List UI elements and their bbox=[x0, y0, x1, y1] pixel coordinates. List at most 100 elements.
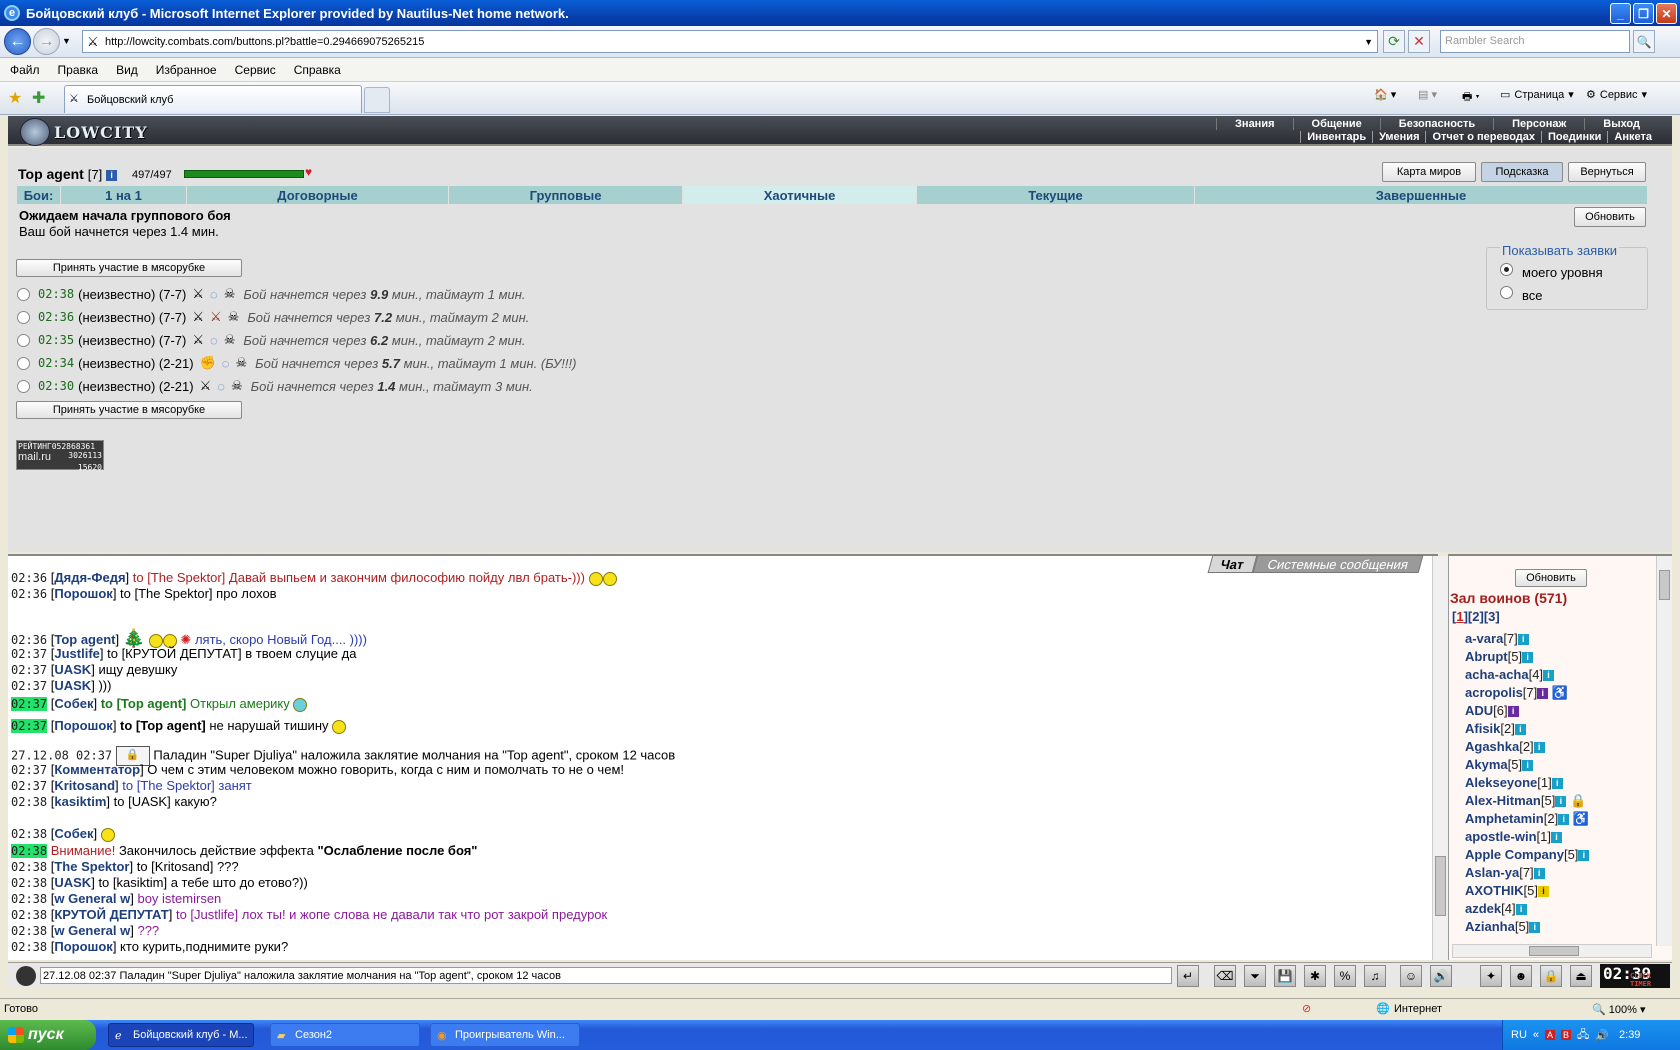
stop-icon[interactable]: ✕ bbox=[1408, 30, 1430, 53]
task-ie[interactable]: ℯ Бойцовский клуб - М... bbox=[108, 1023, 254, 1047]
tray-app-icon[interactable]: A bbox=[1545, 1030, 1556, 1040]
task-media-player[interactable]: ◉ Проигрыватель Win... bbox=[430, 1023, 580, 1047]
user-name[interactable]: Aslan-ya bbox=[1465, 865, 1519, 880]
filter-icon[interactable]: ⏷ bbox=[1244, 965, 1266, 987]
info-icon[interactable]: i bbox=[1507, 706, 1519, 718]
search-icon[interactable]: 🔍 bbox=[1633, 30, 1655, 53]
user-name[interactable]: Agashka bbox=[1465, 739, 1519, 754]
nav-knowledge[interactable]: Знания bbox=[1216, 118, 1292, 130]
user-name[interactable]: Azianha bbox=[1465, 919, 1515, 934]
menu-view[interactable]: Вид bbox=[116, 63, 138, 77]
online-user[interactable]: apostle-win[1] i bbox=[1465, 829, 1562, 844]
online-user[interactable]: Azianha[5] i bbox=[1465, 919, 1541, 934]
return-button[interactable]: Вернуться bbox=[1568, 162, 1646, 182]
menu-favorites[interactable]: Избранное bbox=[156, 63, 217, 77]
home-icon[interactable]: 🏠 ▾ bbox=[1374, 88, 1396, 101]
info-icon[interactable]: i bbox=[1551, 778, 1563, 790]
user-name[interactable]: Amphetamin bbox=[1465, 811, 1544, 826]
refresh-icon[interactable]: ⟳ bbox=[1383, 30, 1405, 53]
percent-icon[interactable]: % bbox=[1334, 965, 1356, 987]
new-tab-button[interactable] bbox=[364, 87, 390, 113]
info-icon[interactable]: i bbox=[1517, 634, 1529, 646]
user-name[interactable]: Akyma bbox=[1465, 757, 1508, 772]
music-icon[interactable]: ♫ bbox=[1364, 965, 1386, 987]
nav-fights[interactable]: Поединки bbox=[1541, 131, 1607, 143]
rating-counter[interactable]: РЕЙТИНГ052868361 mail.ru 3026113 15620 bbox=[16, 440, 104, 472]
tab-chat[interactable]: Чат bbox=[1207, 555, 1258, 573]
chat-author[interactable]: Порошок bbox=[54, 718, 112, 733]
online-scrollbar[interactable] bbox=[1656, 556, 1672, 946]
tray-app-icon[interactable]: B bbox=[1561, 1030, 1572, 1040]
chat-scrollbar[interactable] bbox=[1432, 556, 1448, 960]
online-hscrollbar[interactable] bbox=[1452, 944, 1652, 958]
history-dropdown-icon[interactable]: ▼ bbox=[62, 36, 71, 46]
user-name[interactable]: a-vara bbox=[1465, 631, 1503, 646]
user-name[interactable]: azdek bbox=[1465, 901, 1501, 916]
chat-mode-icon[interactable] bbox=[16, 966, 36, 986]
battle-select-radio[interactable] bbox=[17, 287, 30, 301]
refresh-battles-button[interactable]: Обновить bbox=[1574, 207, 1646, 227]
online-user[interactable]: Afisik[2] i bbox=[1465, 721, 1526, 736]
nav-exit[interactable]: Выход bbox=[1584, 118, 1658, 130]
tab-finished[interactable]: Завершенные bbox=[1195, 186, 1647, 204]
nav-skills[interactable]: Умения bbox=[1372, 131, 1425, 143]
back-button[interactable]: ← bbox=[4, 28, 31, 55]
user-name[interactable]: AXOTHIK bbox=[1465, 883, 1524, 898]
info-icon[interactable]: i bbox=[1537, 886, 1549, 898]
online-user[interactable]: azdek[4] i bbox=[1465, 901, 1527, 916]
info-icon[interactable]: i bbox=[1578, 850, 1590, 862]
smile-icon[interactable]: ☺ bbox=[1400, 965, 1422, 987]
nav-character[interactable]: Персонаж bbox=[1493, 118, 1584, 130]
info-icon[interactable]: i bbox=[1533, 868, 1545, 880]
minimize-button[interactable]: _ bbox=[1610, 3, 1631, 24]
chat-recipient[interactable]: to [Justlife] bbox=[176, 907, 238, 922]
zoom-control[interactable]: 🔍 100% ▾ bbox=[1592, 1003, 1645, 1016]
bag-icon[interactable]: ✦ bbox=[1480, 965, 1502, 987]
tools-menu-button[interactable]: ⚙ Сервис ▾ bbox=[1586, 88, 1647, 102]
nav-transfers[interactable]: Отчет о переводах bbox=[1425, 131, 1541, 143]
tab-contract[interactable]: Договорные bbox=[187, 186, 449, 204]
tray-arrow-icon[interactable]: « bbox=[1533, 1029, 1539, 1041]
chat-recipient[interactable]: to [The Spektor] bbox=[133, 570, 226, 585]
nav-inventory[interactable]: Инвентарь bbox=[1300, 131, 1372, 143]
user-name[interactable]: acropolis bbox=[1465, 685, 1523, 700]
chat-author[interactable]: Порошок bbox=[54, 939, 112, 954]
info-icon[interactable]: i bbox=[1514, 724, 1526, 736]
menu-edit[interactable]: Правка bbox=[58, 63, 99, 77]
user-name[interactable]: Afisik bbox=[1465, 721, 1500, 736]
forward-button[interactable]: → bbox=[33, 28, 60, 55]
online-scroll-thumb[interactable] bbox=[1659, 570, 1670, 600]
tab-current[interactable]: Текущие bbox=[917, 186, 1195, 204]
chat-author[interactable]: UASK bbox=[54, 875, 91, 890]
tab-group[interactable]: Групповые bbox=[449, 186, 683, 204]
chat-author[interactable]: w General w bbox=[54, 923, 130, 938]
feeds-icon[interactable]: ▤ ▾ bbox=[1418, 88, 1437, 101]
tab-chaotic[interactable]: Хаотичные bbox=[683, 186, 917, 204]
online-user[interactable]: acropolis[7] i ♿ bbox=[1465, 685, 1568, 701]
chat-author[interactable]: The Spektor bbox=[54, 859, 129, 874]
chat-author[interactable]: КРУТОЙ ДЕПУТАТ bbox=[54, 907, 168, 922]
chat-author[interactable]: Дядя-Федя bbox=[54, 570, 125, 585]
online-user[interactable]: Akyma[5] i bbox=[1465, 757, 1534, 772]
chat-author[interactable]: Собек bbox=[54, 826, 93, 841]
favorites-star-icon[interactable]: ★ bbox=[8, 88, 22, 108]
refresh-online-button[interactable]: Обновить bbox=[1515, 569, 1587, 587]
online-user[interactable]: ADU[6] i bbox=[1465, 703, 1519, 718]
chat-author[interactable]: Top agent bbox=[54, 632, 115, 647]
chat-recipient[interactable]: to [The Spektor] bbox=[122, 778, 215, 793]
chat-author[interactable]: UASK bbox=[54, 678, 91, 693]
address-dropdown-icon[interactable]: ▼ bbox=[1364, 37, 1373, 47]
info-icon[interactable]: i bbox=[1522, 760, 1534, 772]
tab-active[interactable]: ⚔ Бойцовский клуб bbox=[64, 85, 362, 113]
chat-recipient[interactable]: to [КРУТОЙ ДЕПУТАТ] bbox=[107, 646, 242, 661]
battle-select-radio[interactable] bbox=[17, 379, 30, 393]
battle-select-radio[interactable] bbox=[17, 310, 30, 324]
chat-recipient[interactable]: to [Top agent] bbox=[120, 718, 206, 733]
user-name[interactable]: acha-acha bbox=[1465, 667, 1529, 682]
task-folder[interactable]: ▰ Сезон2 bbox=[270, 1023, 420, 1047]
join-battle-button-top[interactable]: Принять участие в мясорубке bbox=[16, 259, 242, 277]
info-icon[interactable]: i bbox=[1515, 904, 1527, 916]
info-icon[interactable]: i bbox=[1558, 814, 1570, 826]
exit-icon[interactable]: ⏏ bbox=[1570, 965, 1592, 987]
chat-scroll-thumb[interactable] bbox=[1435, 856, 1446, 916]
